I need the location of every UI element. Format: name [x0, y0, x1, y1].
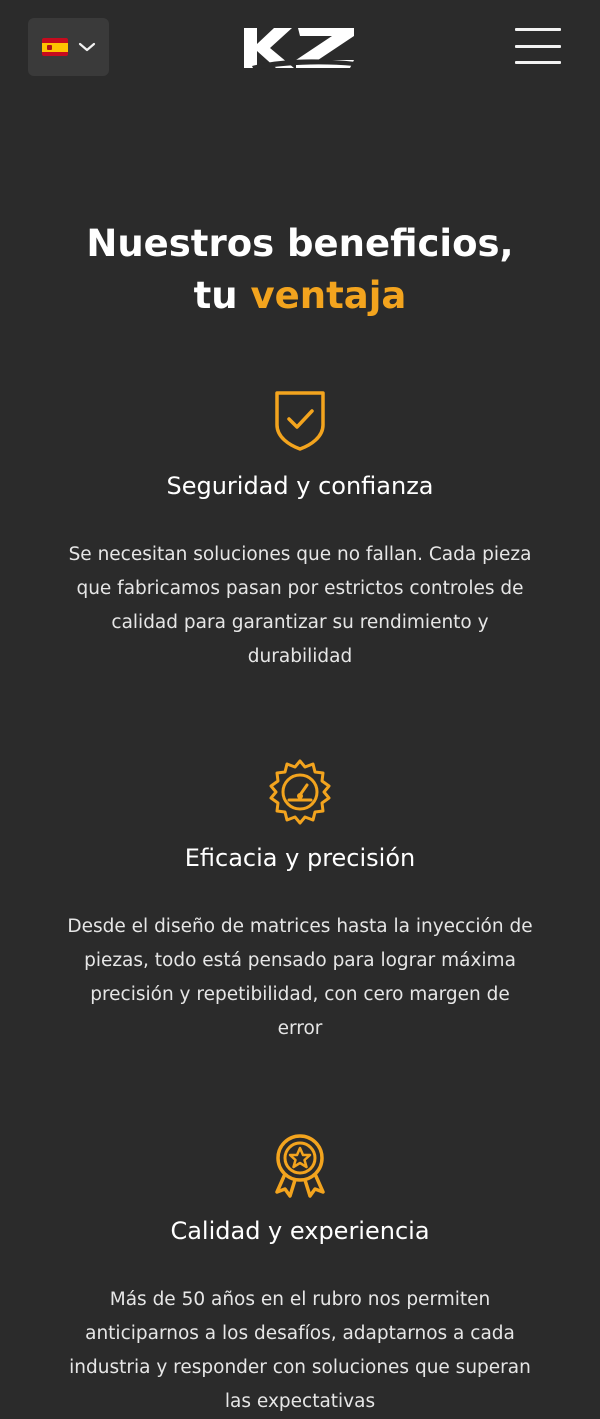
benefit-description: Más de 50 años en el rubro nos permiten … [69, 1289, 531, 1412]
benefit-item: Seguridad y confianza Se necesitan soluc… [0, 385, 600, 674]
title-line-1: Nuestros beneficios, [86, 222, 514, 265]
benefit-description: Desde el diseño de matrices hasta la iny… [67, 916, 533, 1039]
site-header [0, 0, 600, 96]
award-badge-icon [265, 1130, 335, 1200]
menu-line [515, 44, 561, 48]
title-line-2-prefix: tu [193, 274, 238, 317]
gear-gauge-icon [265, 757, 335, 827]
kz-logo[interactable] [242, 22, 358, 74]
benefit-title: Calidad y experiencia [170, 1217, 430, 1245]
hamburger-menu-button[interactable] [515, 28, 561, 64]
title-line-2-accent: ventaja [250, 274, 407, 317]
language-selector[interactable] [28, 18, 109, 76]
menu-line [515, 28, 561, 31]
benefit-title: Seguridad y confianza [166, 472, 434, 500]
section-title: Nuestros beneficios, tu ventaja [0, 218, 600, 322]
chevron-down-icon [78, 41, 96, 53]
benefit-item: Calidad y experiencia Más de 50 años en … [0, 1130, 600, 1419]
spain-flag-icon [41, 38, 68, 56]
shield-check-icon [265, 385, 335, 455]
benefit-description: Se necesitan soluciones que no fallan. C… [68, 544, 532, 667]
benefit-title: Eficacia y precisión [184, 844, 416, 872]
benefit-item: Eficacia y precisión Desde el diseño de … [0, 757, 600, 1046]
menu-line [515, 61, 561, 64]
